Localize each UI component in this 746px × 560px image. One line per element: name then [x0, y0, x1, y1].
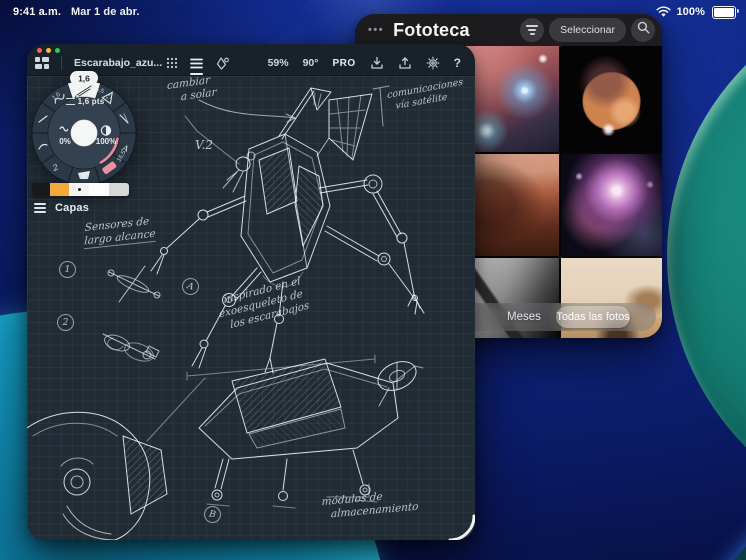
swatch-orange[interactable] [50, 183, 69, 196]
swatch-white[interactable] [89, 183, 109, 196]
rotation-value[interactable]: 90° [303, 57, 319, 69]
gallery-icon[interactable] [35, 57, 49, 69]
status-time: 9:41 a.m. [13, 6, 61, 18]
photo-thumbnail-orion-nebula[interactable] [561, 154, 662, 256]
zoom-level[interactable]: 59% [268, 57, 289, 69]
photos-app-title: Fototeca [393, 20, 470, 41]
photos-titlebar: ••• Fototeca Seleccionar [355, 14, 662, 47]
battery-icon [712, 6, 736, 19]
annotation-version: V.2 [195, 138, 213, 153]
select-button[interactable]: Seleccionar [549, 18, 626, 42]
close-icon [37, 48, 42, 53]
traffic-lights[interactable] [37, 48, 60, 53]
concepts-app-window: Escarabajo_azu... [27, 44, 475, 540]
stroke-size-label: 1,6 pts [29, 97, 141, 106]
toolbar-divider [61, 56, 62, 70]
status-date: Mar 1 de abr. [71, 6, 140, 18]
opacity-min-label: 0% [51, 137, 79, 146]
grid-dots-icon[interactable] [166, 57, 178, 69]
search-button[interactable] [631, 18, 655, 42]
battery-percent: 100% [676, 6, 705, 18]
annotation-marker-2: 2 [57, 314, 74, 331]
tab-months[interactable]: Meses [507, 303, 541, 331]
opacity-max-label: 100% [87, 137, 125, 146]
swatch-black[interactable] [32, 183, 50, 196]
annotation-marker-1: 1 [59, 261, 76, 278]
filter-lines-icon [526, 25, 538, 35]
layers-label: Capas [55, 202, 89, 214]
wallpaper-teal-circle [667, 0, 746, 527]
wallpaper-dark-teal-circle [640, 430, 746, 560]
selected-swatch-dot [78, 188, 81, 191]
import-tray-icon[interactable] [370, 56, 384, 70]
window-controls-handle[interactable]: ••• [368, 24, 384, 36]
pro-badge[interactable]: PRO [332, 58, 355, 69]
search-icon [637, 21, 650, 39]
document-title[interactable]: Escarabajo_azu... [74, 57, 154, 69]
tool-wheel[interactable]: A 2 1,0 5,5 16,5 6,9 1,6 [29, 70, 141, 196]
photo-thumbnail-mars[interactable] [561, 46, 662, 152]
swatch-gray[interactable] [109, 183, 129, 196]
zoom-icon [55, 48, 60, 53]
ipad-screen: 9:41 a.m. Mar 1 de abr. 100% ••• Fototec… [0, 0, 746, 560]
export-tray-icon[interactable] [398, 56, 412, 70]
layers-icon [34, 203, 46, 213]
help-button[interactable]: ? [454, 56, 461, 70]
filter-button[interactable] [520, 18, 544, 42]
tab-all-photos[interactable]: Todas las fotos [556, 306, 630, 328]
minimize-icon [46, 48, 51, 53]
layers-panel-toggle[interactable]: Capas [34, 202, 89, 214]
segment-size-label: 6,9 [80, 175, 89, 181]
color-swatch-bar [32, 183, 129, 196]
tool-size-badge-value: 1,6 [78, 74, 90, 84]
menu-lines-icon[interactable] [190, 58, 203, 69]
swatch-white-selected[interactable] [69, 183, 89, 196]
gear-icon[interactable] [426, 56, 440, 70]
vector-nib-icon[interactable] [215, 57, 229, 70]
